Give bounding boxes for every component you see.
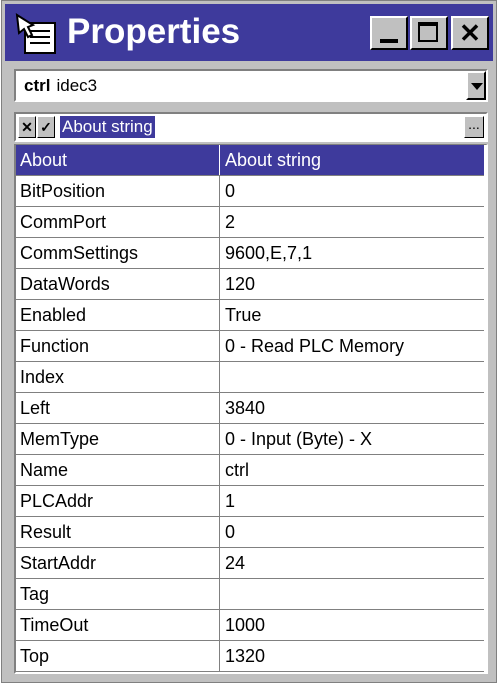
checkmark-icon: ✓ (40, 119, 52, 135)
property-name: CommSettings (20, 243, 139, 263)
column-divider (219, 269, 220, 299)
property-value[interactable]: 9600,E,7,1 (225, 238, 481, 268)
property-value[interactable] (225, 579, 481, 609)
property-row[interactable]: Name ctrl (16, 455, 484, 486)
object-selector-dropdown-button[interactable] (466, 71, 486, 100)
property-row[interactable]: TimeOut 1000 (16, 610, 484, 641)
property-name: TimeOut (20, 615, 89, 635)
property-value[interactable] (225, 362, 481, 392)
property-name: Result (20, 522, 72, 542)
property-value[interactable]: 1 (225, 486, 481, 516)
property-value[interactable]: 2 (225, 207, 481, 237)
properties-window: Properties ✕ ctrl idec3 ✕ ✓ About string … (1, 0, 497, 683)
property-name: Index (20, 367, 65, 387)
window-title: Properties (67, 12, 241, 51)
property-value[interactable]: ctrl (225, 455, 481, 485)
property-row[interactable]: StartAddr 24 (16, 548, 484, 579)
column-divider (219, 517, 220, 547)
property-row[interactable]: Enabled True (16, 300, 484, 331)
property-name: CommPort (20, 212, 107, 232)
property-value[interactable]: 1000 (225, 610, 481, 640)
object-selector[interactable]: ctrl idec3 (14, 69, 488, 102)
property-row[interactable]: Index (16, 362, 484, 393)
property-row[interactable]: About About string (16, 145, 484, 176)
column-divider (219, 331, 220, 361)
properties-icon (11, 11, 59, 55)
cancel-edit-button[interactable]: ✕ (18, 116, 36, 138)
property-row[interactable]: PLCAddr 1 (16, 486, 484, 517)
column-divider (219, 641, 220, 671)
close-button[interactable]: ✕ (451, 16, 489, 50)
column-divider (219, 362, 220, 392)
property-value[interactable]: 0 - Read PLC Memory (225, 331, 481, 361)
property-row[interactable]: DataWords 120 (16, 269, 484, 300)
property-row[interactable]: CommPort 2 (16, 207, 484, 238)
ellipsis-button[interactable]: ... (464, 116, 484, 138)
property-name: Tag (20, 584, 50, 604)
object-selector-value: ctrl idec3 (24, 71, 97, 100)
column-divider (219, 393, 220, 423)
minimize-button[interactable] (370, 16, 408, 50)
column-divider (219, 424, 220, 454)
object-name: ctrl (24, 76, 51, 95)
column-divider (219, 176, 220, 206)
property-name: MemType (20, 429, 100, 449)
property-name: Left (20, 398, 51, 418)
minimize-icon (380, 39, 398, 43)
column-divider (219, 579, 220, 609)
property-value[interactable]: 0 - Input (Byte) - X (225, 424, 481, 454)
property-value[interactable]: 120 (225, 269, 481, 299)
property-name: About (20, 150, 68, 170)
confirm-edit-button[interactable]: ✓ (37, 116, 55, 138)
property-name: BitPosition (20, 181, 106, 201)
property-name: Top (20, 646, 50, 666)
property-edit-input[interactable]: About string (60, 116, 155, 138)
property-value[interactable]: True (225, 300, 481, 330)
property-name: Enabled (20, 305, 87, 325)
column-divider (219, 548, 220, 578)
property-value[interactable]: About string (225, 145, 481, 175)
column-divider (219, 207, 220, 237)
property-row[interactable]: MemType 0 - Input (Byte) - X (16, 424, 484, 455)
property-row[interactable]: Function 0 - Read PLC Memory (16, 331, 484, 362)
property-name: Function (20, 336, 90, 356)
property-row[interactable]: Result 0 (16, 517, 484, 548)
column-divider (219, 238, 220, 268)
column-divider (219, 145, 220, 175)
chevron-down-icon (471, 83, 483, 90)
property-edit-bar: ✕ ✓ About string ... (14, 112, 488, 142)
property-value[interactable]: 24 (225, 548, 481, 578)
property-value[interactable]: 0 (225, 176, 481, 206)
property-name: DataWords (20, 274, 110, 294)
property-row[interactable]: CommSettings 9600,E,7,1 (16, 238, 484, 269)
property-row[interactable]: BitPosition 0 (16, 176, 484, 207)
cross-icon: ✕ (21, 119, 33, 135)
property-row[interactable]: Tag (16, 579, 484, 610)
property-grid: About About string BitPosition 0 CommPort 2 Co… (14, 144, 488, 674)
column-divider (219, 486, 220, 516)
property-value[interactable]: 3840 (225, 393, 481, 423)
property-row[interactable]: Left 3840 (16, 393, 484, 424)
maximize-button[interactable] (410, 16, 448, 50)
close-icon: ✕ (459, 18, 481, 48)
property-name: StartAddr (20, 553, 97, 573)
property-value[interactable]: 1320 (225, 641, 481, 671)
property-name: PLCAddr (20, 491, 94, 511)
column-divider (219, 300, 220, 330)
title-bar[interactable]: Properties ✕ (5, 4, 493, 61)
column-divider (219, 455, 220, 485)
maximize-icon (418, 22, 438, 42)
property-name: Name (20, 460, 69, 480)
column-divider (219, 610, 220, 640)
object-type: idec3 (56, 76, 98, 95)
property-value[interactable]: 0 (225, 517, 481, 547)
property-row[interactable]: Top 1320 (16, 641, 484, 672)
